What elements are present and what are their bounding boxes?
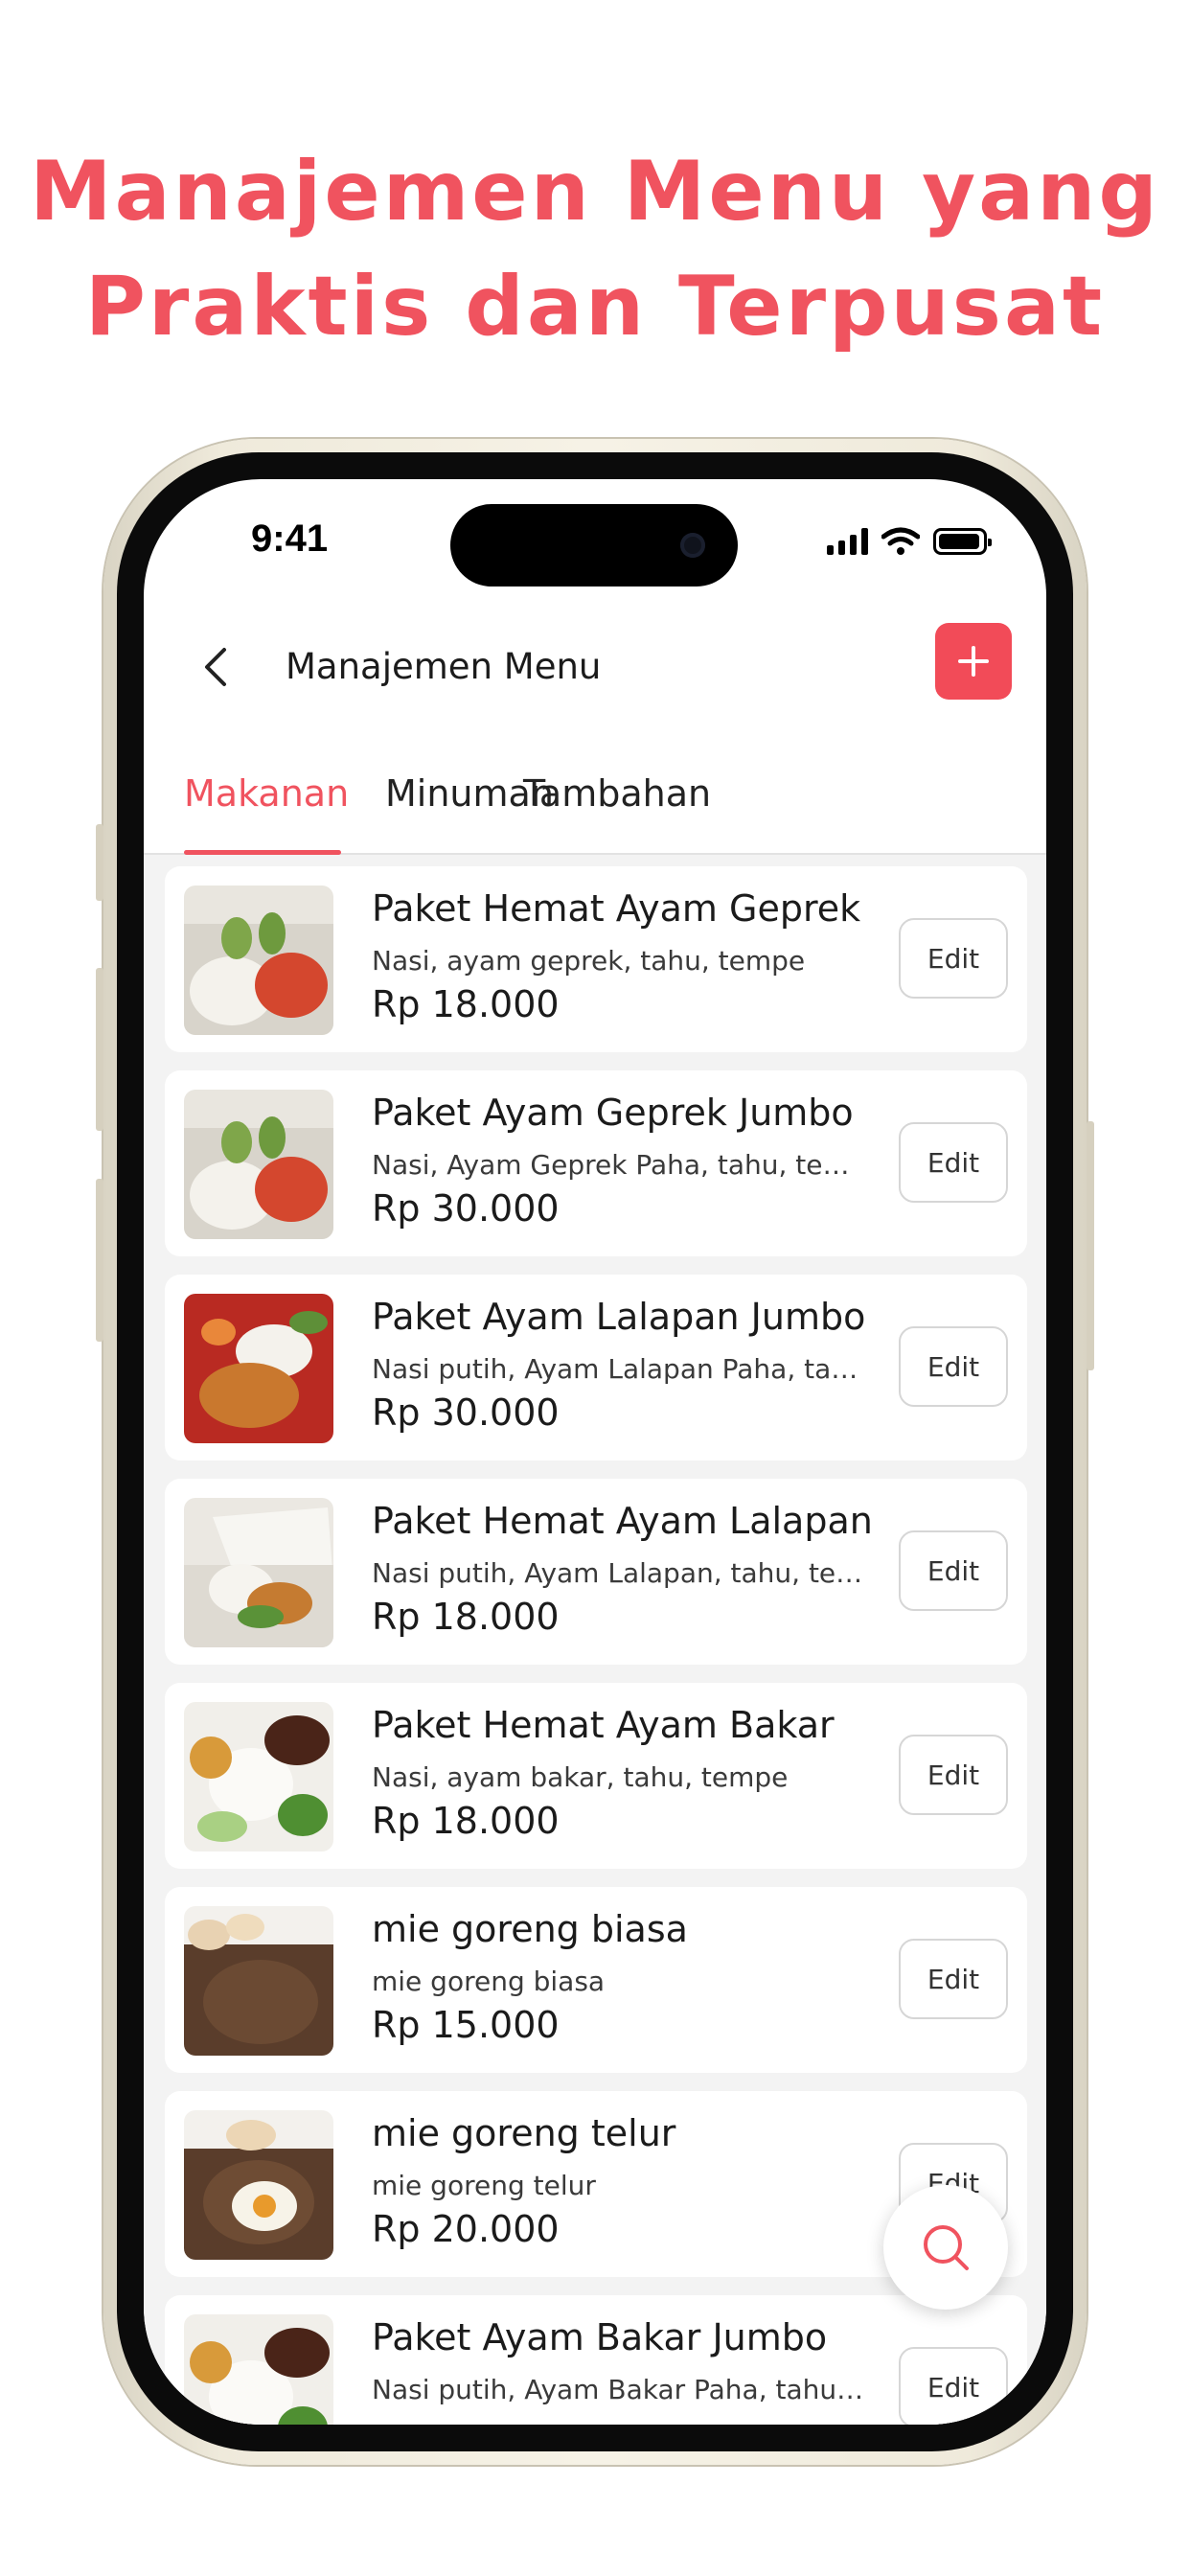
menu-item-description: Nasi, Ayam Geprek Paha, tahu, te…	[372, 1149, 850, 1181]
menu-item-description: Nasi, ayam bakar, tahu, tempe	[372, 1761, 789, 1793]
front-camera	[680, 533, 705, 558]
headline-line-1: Manajemen Menu yang	[30, 144, 1160, 240]
search-icon	[924, 2225, 969, 2270]
menu-item-card: Paket Ayam Lalapan Jumbo Nasi putih, Aya…	[165, 1275, 1027, 1460]
menu-item-card: Paket Hemat Ayam Geprek Nasi, ayam gepre…	[165, 866, 1027, 1052]
menu-item-price: Rp 30.000	[372, 1392, 560, 1434]
search-fab[interactable]	[883, 2185, 1008, 2310]
menu-item-card: Paket Ayam Bakar Jumbo Nasi putih, Ayam …	[165, 2295, 1027, 2425]
tab-tambahan[interactable]: Tambahan	[523, 772, 711, 815]
food-thumbnail	[184, 1906, 333, 2056]
edit-button[interactable]: Edit	[899, 918, 1008, 999]
menu-item-name: Paket Ayam Bakar Jumbo	[372, 2316, 828, 2358]
menu-item-name: Paket Hemat Ayam Bakar	[372, 1704, 835, 1746]
edit-button[interactable]: Edit	[899, 1939, 1008, 2019]
battery-icon	[933, 528, 992, 555]
page-title: Manajemen Menu	[286, 646, 602, 687]
food-thumbnail	[184, 886, 333, 1035]
food-thumbnail	[184, 2314, 333, 2425]
tab-makanan[interactable]: Makanan	[184, 772, 349, 815]
menu-item-description: Nasi putih, Ayam Lalapan Paha, ta…	[372, 1353, 858, 1385]
edit-button[interactable]: Edit	[899, 2347, 1008, 2425]
food-thumbnail	[184, 1498, 333, 1647]
menu-item-card: Paket Hemat Ayam Lalapan Nasi putih, Aya…	[165, 1479, 1027, 1665]
menu-item-name: Paket Ayam Geprek Jumbo	[372, 1092, 854, 1134]
status-icons	[827, 527, 992, 556]
menu-item-card: Paket Ayam Geprek Jumbo Nasi, Ayam Gepre…	[165, 1070, 1027, 1256]
food-thumbnail	[184, 1294, 333, 1443]
food-thumbnail	[184, 1702, 333, 1852]
menu-item-price: Rp 15.000	[372, 2004, 560, 2046]
plus-icon	[958, 646, 989, 677]
menu-item-description: mie goreng biasa	[372, 1966, 606, 1997]
menu-item-card: mie goreng biasa mie goreng biasa Rp 15.…	[165, 1887, 1027, 2073]
cellular-signal-icon	[827, 528, 868, 555]
back-button[interactable]	[188, 638, 245, 696]
dynamic-island	[450, 504, 738, 586]
app-bar: Manajemen Menu	[144, 613, 1046, 728]
chevron-left-icon	[205, 648, 226, 686]
phone-volume-down	[96, 1179, 103, 1342]
promo-headline: Manajemen Menu yang Praktis dan Terpusat	[0, 134, 1190, 364]
edit-button[interactable]: Edit	[899, 1122, 1008, 1203]
phone-silent-switch	[96, 824, 103, 901]
menu-item-price: Rp 18.000	[372, 1596, 560, 1638]
menu-item-name: Paket Hemat Ayam Geprek	[372, 887, 861, 930]
menu-item-price: Rp 30.000	[372, 1187, 560, 1230]
menu-item-card: Paket Hemat Ayam Bakar Nasi, ayam bakar,…	[165, 1683, 1027, 1869]
edit-button[interactable]: Edit	[899, 1735, 1008, 1815]
edit-button[interactable]: Edit	[899, 1530, 1008, 1611]
edit-button[interactable]: Edit	[899, 1326, 1008, 1407]
headline-line-2: Praktis dan Terpusat	[84, 259, 1106, 355]
menu-item-name: Paket Ayam Lalapan Jumbo	[372, 1296, 866, 1338]
menu-item-name: Paket Hemat Ayam Lalapan	[372, 1500, 873, 1542]
menu-item-name: mie goreng telur	[372, 2112, 676, 2154]
menu-item-price: Rp 18.000	[372, 983, 560, 1025]
menu-item-description: Nasi putih, Ayam Bakar Paha, tahu…	[372, 2374, 864, 2405]
food-thumbnail	[184, 2110, 333, 2260]
menu-list: Paket Hemat Ayam Geprek Nasi, ayam gepre…	[144, 855, 1046, 2425]
menu-item-description: Nasi putih, Ayam Lalapan, tahu, te…	[372, 1557, 863, 1589]
menu-item-price: Rp 20.000	[372, 2208, 560, 2250]
menu-item-description: Nasi, ayam geprek, tahu, tempe	[372, 945, 806, 977]
phone-power-button	[1087, 1121, 1094, 1370]
add-menu-button[interactable]	[935, 623, 1012, 700]
category-tabs: Makanan Minuman Tambahan	[144, 757, 1046, 855]
status-time: 9:41	[251, 518, 329, 560]
phone-screen: 9:41 Manajemen Menu Makanan Minuman Tamb…	[144, 479, 1046, 2425]
menu-item-price: Rp 18.000	[372, 1800, 560, 1842]
menu-item-description: mie goreng telur	[372, 2170, 596, 2201]
menu-item-name: mie goreng biasa	[372, 1908, 688, 1950]
food-thumbnail	[184, 1090, 333, 1239]
wifi-icon	[881, 527, 920, 555]
phone-volume-up	[96, 968, 103, 1131]
